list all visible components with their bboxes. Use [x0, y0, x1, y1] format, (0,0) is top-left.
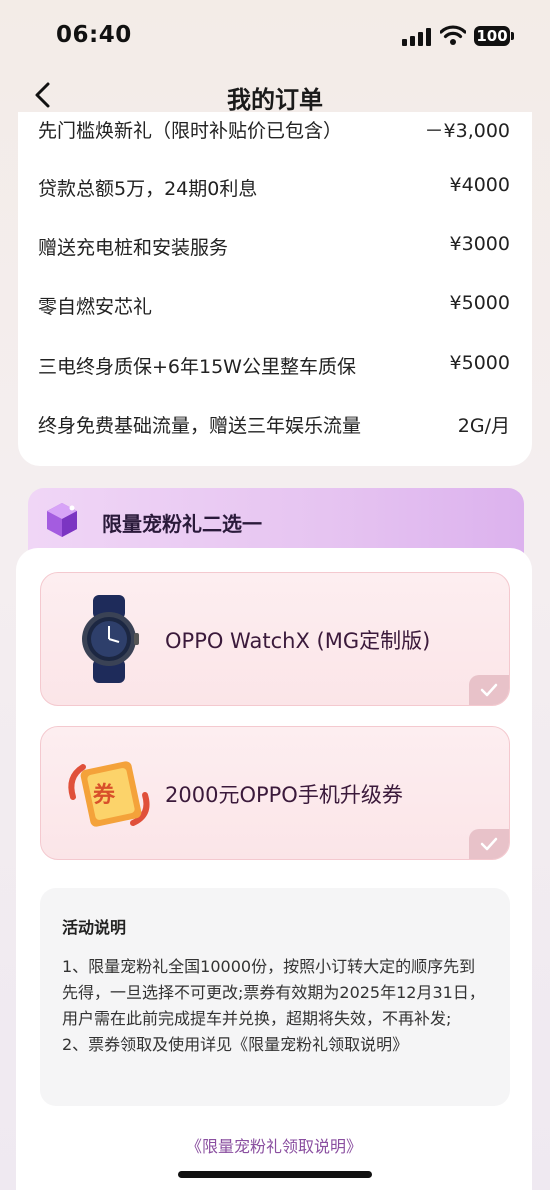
notes-line-2: 2、票券领取及使用详见《限量宠粉礼领取说明》	[62, 1035, 409, 1054]
smartwatch-icon	[82, 595, 139, 683]
activity-notes: 活动说明 1、限量宠粉礼全国10000份，按照小订转大定的顺序先到先得，一旦选择…	[40, 888, 510, 1106]
benefit-label: 终身免费基础流量，赠送三年娱乐流量	[38, 415, 362, 437]
checkmark-icon	[480, 683, 498, 697]
back-arrow-icon[interactable]	[28, 80, 58, 110]
benefit-row: 赠送充电桩和安装服务 ¥3000	[38, 233, 510, 263]
page-title: 我的订单	[227, 86, 323, 114]
gift-box-icon	[47, 503, 77, 537]
benefit-value: ¥5000	[449, 292, 510, 314]
gift-option-label: OPPO WatchX (MG定制版)	[165, 629, 431, 653]
home-indicator	[178, 1171, 372, 1178]
status-time: 06:40	[56, 22, 132, 48]
gift-section-title: 限量宠粉礼二选一	[102, 512, 262, 536]
benefit-value: ¥5000	[449, 352, 510, 374]
benefit-row: 零自燃安芯礼 ¥5000	[38, 292, 510, 322]
benefit-value: ¥3000	[449, 233, 510, 255]
benefit-row: 终身免费基础流量，赠送三年娱乐流量 2G/月	[38, 411, 510, 441]
option-check-badge	[469, 829, 509, 859]
benefit-label: 三电终身质保+6年15W公里整车质保	[38, 356, 356, 378]
cellular-signal-icon	[402, 28, 432, 46]
checkmark-icon	[480, 837, 498, 851]
notes-line-1: 1、限量宠粉礼全国10000份，按照小订转大定的顺序先到先得，一旦选择不可更改;…	[62, 957, 485, 1028]
battery-indicator: 100	[474, 26, 510, 46]
benefit-value: ¥4000	[449, 174, 510, 196]
coupon-char: 券	[93, 783, 116, 808]
benefit-row: 贷款总额5万，24期0利息 ¥4000	[38, 174, 510, 204]
notes-title: 活动说明	[62, 918, 127, 937]
gift-option-label: 2000元OPPO手机升级券	[165, 783, 403, 807]
benefit-label: 零自燃安芯礼	[38, 296, 153, 318]
battery-tip	[511, 32, 514, 40]
benefit-label: 贷款总额5万，24期0利息	[38, 178, 258, 200]
benefit-row: 先门槛焕新礼（限时补贴价已包含） －¥3,000	[38, 116, 510, 146]
wifi-icon	[440, 25, 466, 45]
benefit-label: 先门槛焕新礼（限时补贴价已包含）	[38, 120, 343, 142]
gift-option-coupon[interactable]: 券 2000元OPPO手机升级券	[40, 726, 510, 860]
option-check-badge	[469, 675, 509, 705]
benefit-value: －¥3,000	[424, 120, 510, 142]
status-bar: 06:40 100	[0, 0, 550, 72]
benefits-card: 先门槛焕新礼（限时补贴价已包含） －¥3,000 贷款总额5万，24期0利息 ¥…	[18, 112, 532, 466]
benefit-row: 三电终身质保+6年15W公里整车质保 ¥5000	[38, 352, 510, 382]
benefit-label: 赠送充电桩和安装服务	[38, 237, 229, 259]
rules-link[interactable]: 《限量宠粉礼领取说明》	[16, 1133, 532, 1157]
gift-option-watch[interactable]: OPPO WatchX (MG定制版)	[40, 572, 510, 706]
coupon-icon: 券	[63, 747, 155, 839]
benefit-value: 2G/月	[457, 415, 510, 437]
gift-panel: OPPO WatchX (MG定制版) 券 2000元OPPO手机升级券 活动说…	[16, 548, 532, 1190]
